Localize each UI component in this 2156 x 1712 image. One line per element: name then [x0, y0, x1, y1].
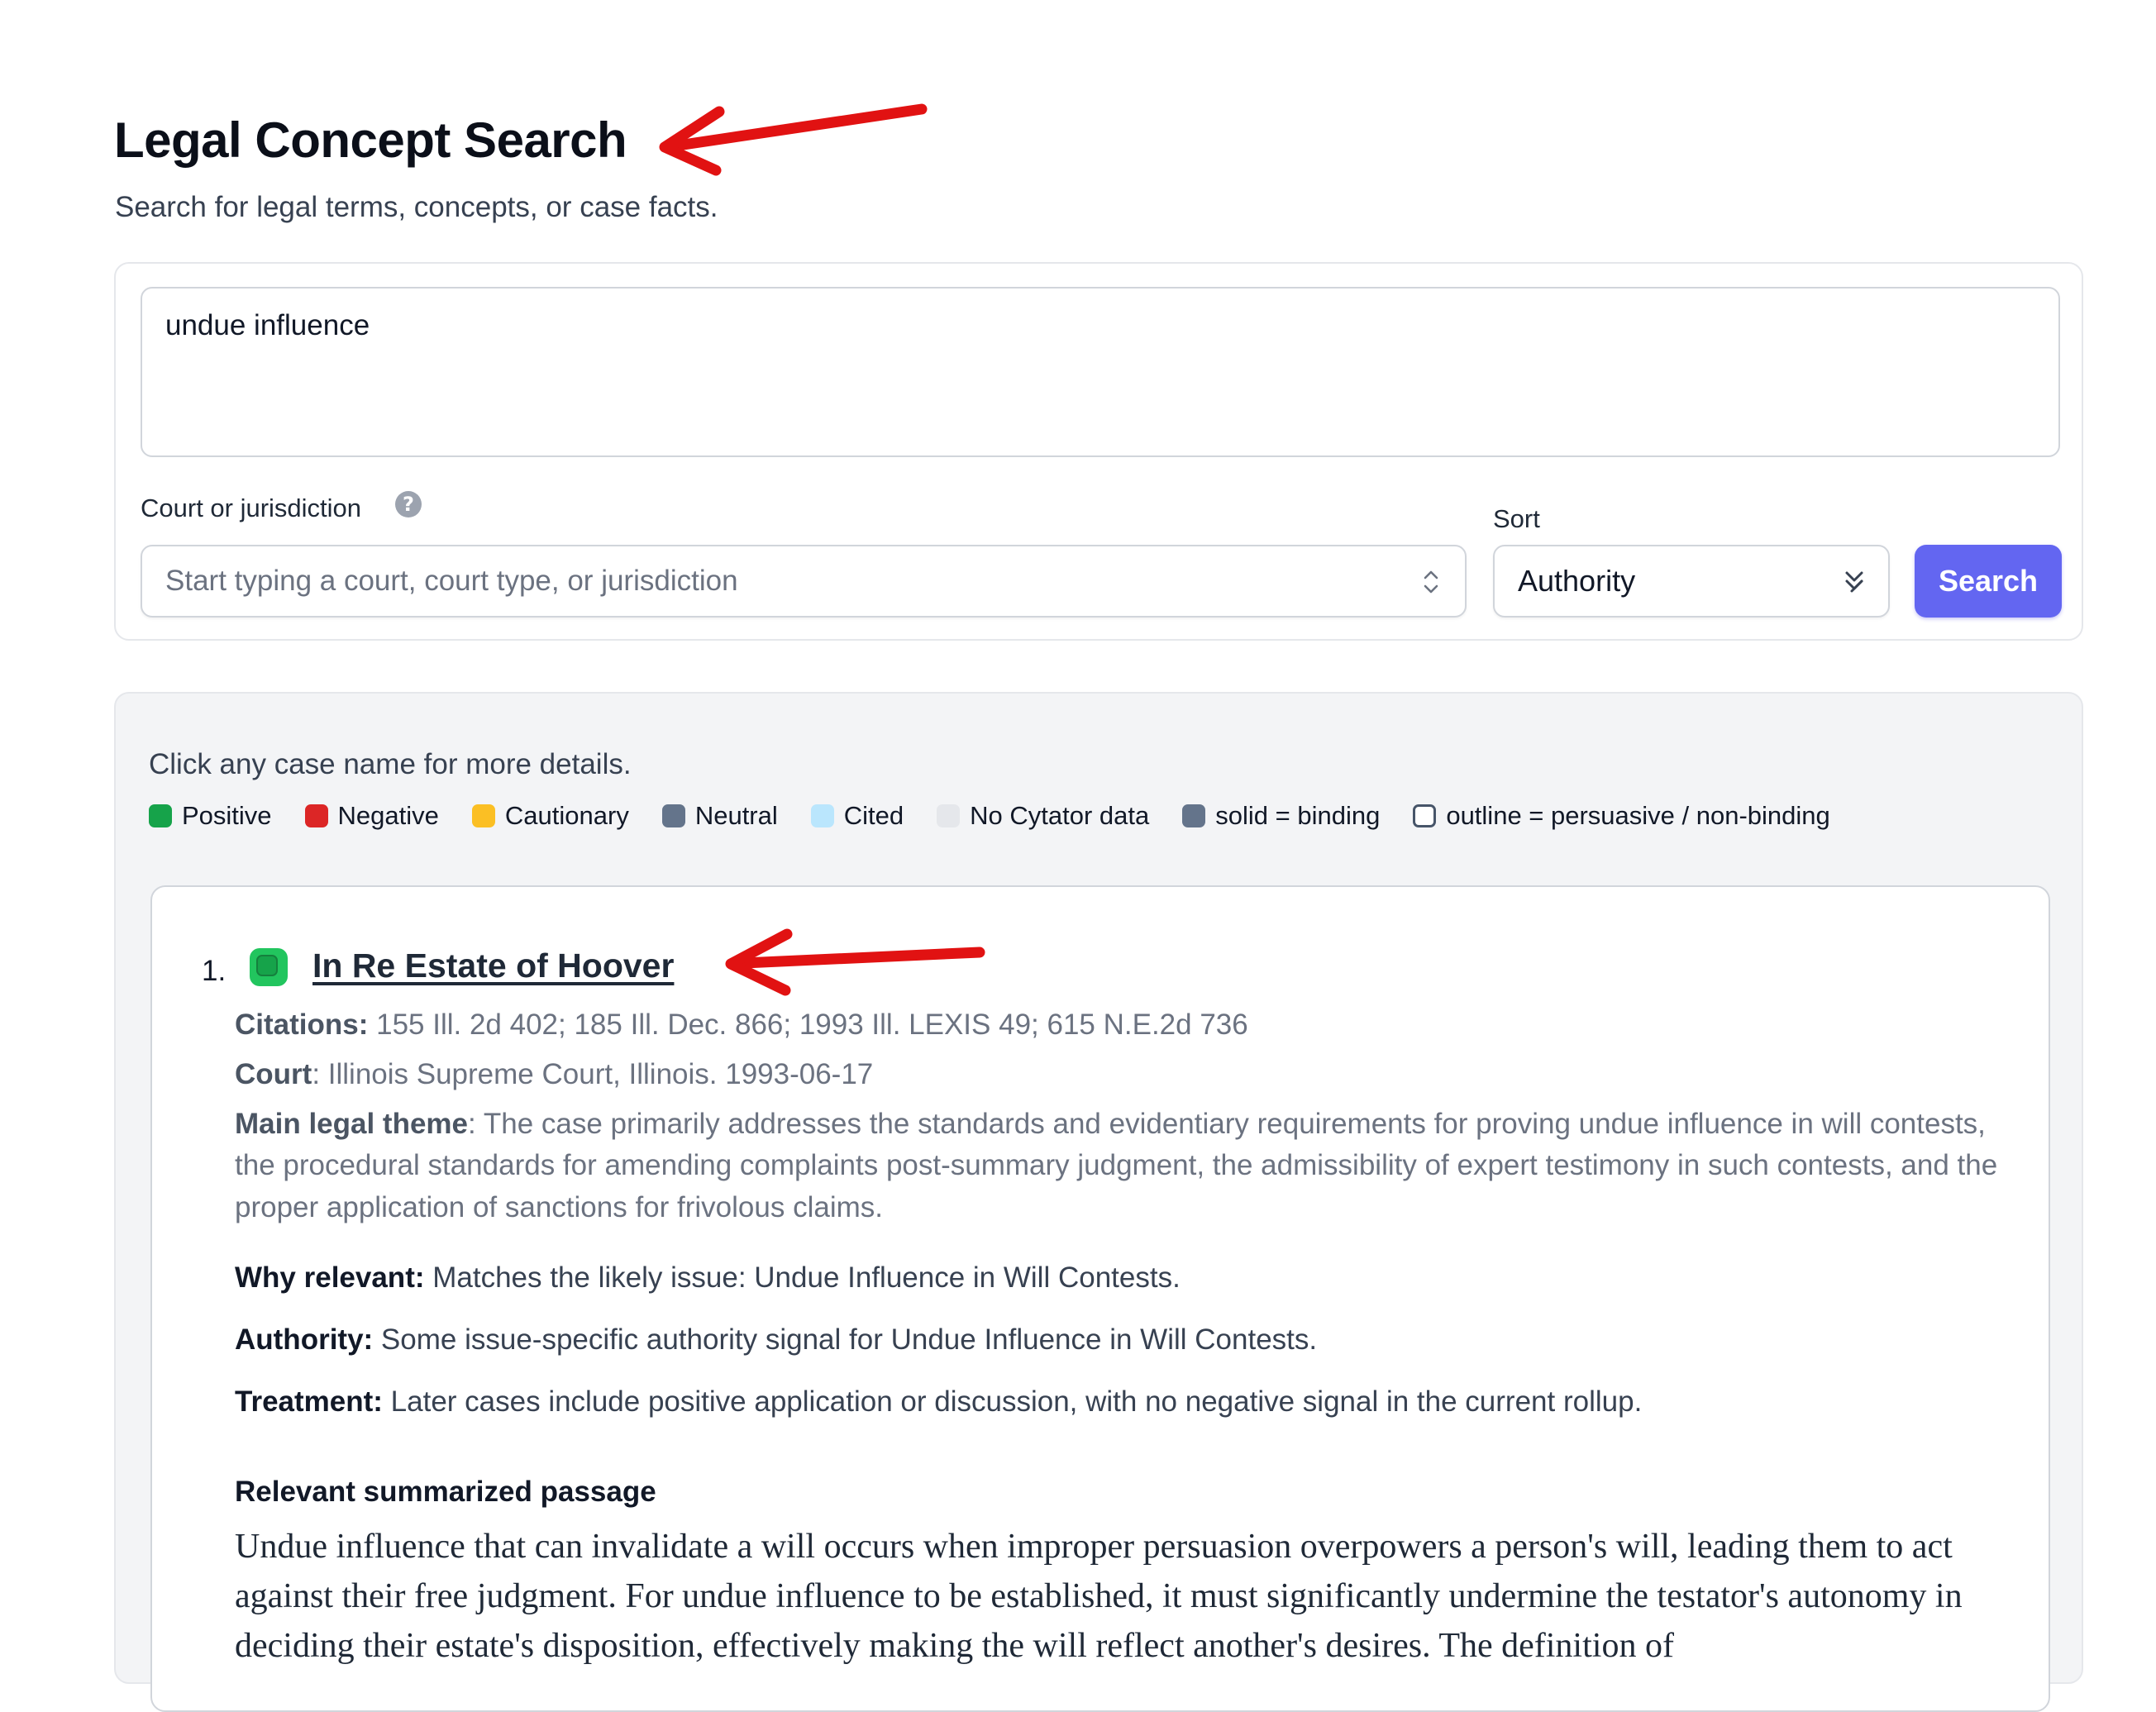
legend-swatch-negative	[304, 804, 328, 827]
court-value: : Illinois Supreme Court, Illinois. 1993…	[312, 1058, 874, 1090]
legend-swatch-neutral	[661, 804, 685, 827]
help-icon[interactable]: ?	[395, 491, 422, 517]
treatment-label: Treatment:	[235, 1385, 383, 1418]
court-label: Court or jurisdiction	[141, 494, 362, 522]
legend-label: Cited	[843, 801, 904, 830]
court-jurisdiction-input[interactable]	[141, 545, 1467, 618]
result-card: 1. In Re Estate of Hoover Citations: 155…	[150, 885, 2050, 1712]
legend-cited: Cited	[810, 801, 904, 831]
legend-label: Positive	[182, 801, 272, 830]
court-line-label: Court	[235, 1058, 312, 1090]
legend-swatch-persuasive	[1413, 804, 1437, 827]
legend-label: No Cytator data	[970, 801, 1150, 830]
why-label: Why relevant:	[235, 1261, 425, 1294]
legend: Positive Negative Cautionary Neutral Cit…	[149, 801, 1830, 831]
legend-swatch-positive	[149, 804, 172, 827]
legend-neutral: Neutral	[661, 801, 778, 831]
page-subtitle: Search for legal terms, concepts, or cas…	[115, 191, 718, 223]
legend-label: Neutral	[694, 801, 778, 830]
authority-line: Authority: Some issue-specific authority…	[235, 1319, 2004, 1360]
theme-block: Main legal theme: The case primarily add…	[235, 1104, 2004, 1228]
sort-chevron-icon	[1845, 571, 1863, 593]
legend-persuasive: outline = persuasive / non-binding	[1413, 801, 1830, 831]
court-line: Court: Illinois Supreme Court, Illinois.…	[235, 1054, 2004, 1095]
why-value: Matches the likely issue: Undue Influenc…	[424, 1261, 1181, 1294]
legend-negative: Negative	[304, 801, 439, 831]
legend-swatch-cautionary	[471, 804, 495, 827]
updown-chevron-icon	[1424, 570, 1438, 594]
why-relevant-line: Why relevant: Matches the likely issue: …	[235, 1257, 2004, 1298]
search-card: undue influence Court or jurisdiction ? …	[114, 262, 2083, 641]
legend-label: solid = binding	[1215, 801, 1381, 830]
annotation-arrow-title	[659, 103, 928, 176]
search-query-input[interactable]: undue influence	[141, 287, 2060, 457]
results-hint: Click any case name for more details.	[149, 748, 632, 780]
sort-select[interactable]: Authority	[1493, 545, 1890, 618]
legend-swatch-binding	[1182, 804, 1206, 827]
legend-cautionary: Cautionary	[471, 801, 629, 831]
legend-no-data: No Cytator data	[937, 801, 1149, 831]
legend-label: outline = persuasive / non-binding	[1446, 801, 1830, 830]
search-button[interactable]: Search	[1915, 545, 2062, 618]
legend-label: Cautionary	[504, 801, 629, 830]
legend-positive: Positive	[149, 801, 272, 831]
citations-value: 155 Ill. 2d 402; 185 Ill. Dec. 866; 1993…	[376, 1009, 1248, 1041]
results-panel: Click any case name for more details. Po…	[114, 692, 2083, 1712]
legend-swatch-cited	[810, 804, 834, 827]
theme-value: : The case primarily addresses the stand…	[235, 1108, 1998, 1223]
passage-heading: Relevant summarized passage	[235, 1476, 656, 1508]
sort-value: Authority	[1518, 564, 1636, 598]
legend-swatch-no-data	[937, 804, 961, 827]
legend-binding: solid = binding	[1182, 801, 1380, 831]
citations-line: Citations: 155 Ill. 2d 402; 185 Ill. Dec…	[235, 1004, 2004, 1046]
treatment-line: Treatment: Later cases include positive …	[235, 1381, 2004, 1422]
sort-label: Sort	[1493, 504, 1540, 533]
case-name-link[interactable]: In Re Estate of Hoover	[312, 947, 674, 985]
treatment-value: Later cases include positive application…	[382, 1385, 1643, 1418]
page-title: Legal Concept Search	[114, 112, 627, 168]
annotation-arrow-case	[725, 928, 985, 996]
theme-label: Main legal theme	[235, 1108, 469, 1140]
authority-value: Some issue-specific authority signal for…	[373, 1323, 1318, 1356]
result-number: 1.	[202, 955, 227, 987]
summarized-passage: Undue influence that can invalidate a wi…	[235, 1528, 1963, 1666]
status-indicator	[250, 948, 288, 986]
legend-label: Negative	[337, 801, 439, 830]
authority-label: Authority:	[235, 1323, 374, 1356]
citations-label: Citations:	[235, 1009, 369, 1041]
